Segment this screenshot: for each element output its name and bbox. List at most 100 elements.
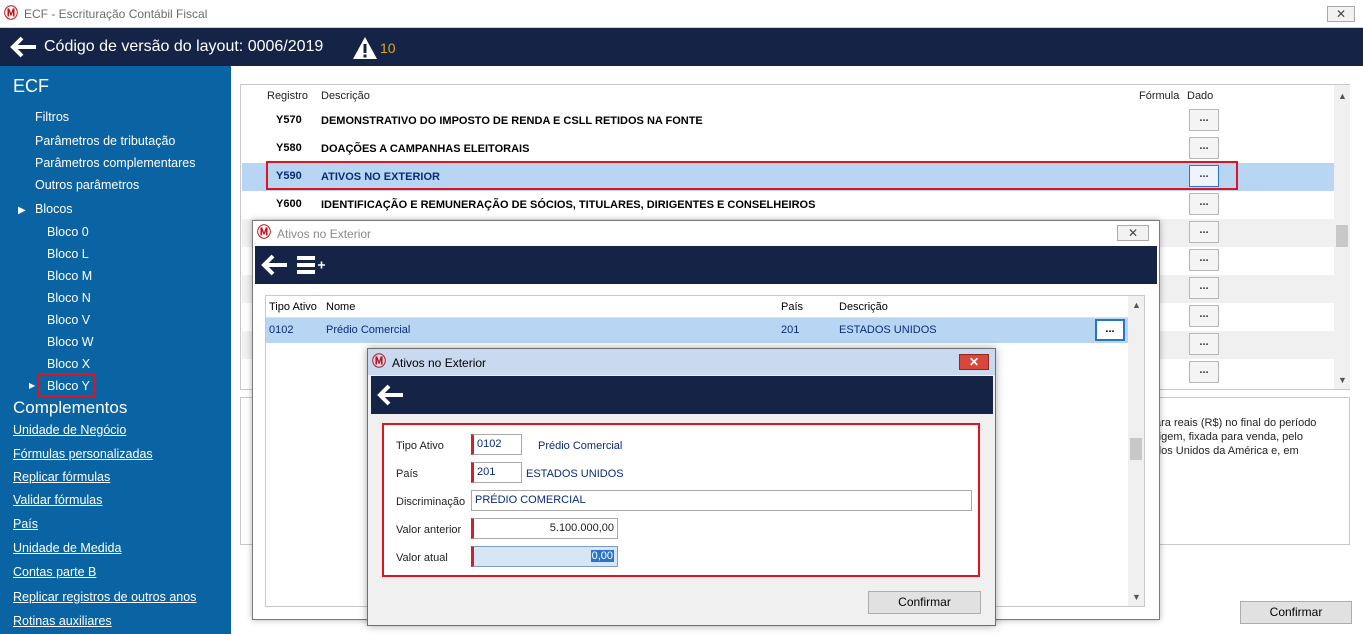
sidebar-item-bloco-v[interactable]: Bloco V	[47, 313, 90, 327]
sidebar-item-bloco-m[interactable]: Bloco M	[47, 269, 92, 283]
row-data-button[interactable]: ...	[1189, 305, 1219, 327]
row-data-button[interactable]: ...	[1189, 333, 1219, 355]
row-desc: DEMONSTRATIVO DO IMPOSTO DE RENDA E CSLL…	[321, 115, 703, 127]
add-record-icon[interactable]	[297, 254, 327, 279]
dialog1-back-arrow-icon[interactable]	[261, 254, 289, 279]
sidebar-link-pais[interactable]: País	[13, 517, 38, 531]
app-logo-icon: Ⓜ	[4, 6, 18, 22]
row-data-button[interactable]: ...	[1189, 109, 1219, 131]
sidebar-link-replicar-registros[interactable]: Replicar registros de outros anos	[13, 590, 196, 604]
col-dado[interactable]: Dado	[1187, 90, 1213, 102]
scroll-up-icon[interactable]: ▲	[1338, 91, 1347, 101]
highlight-box-y590	[266, 161, 1238, 190]
sidebar-item-bloco-0[interactable]: Bloco 0	[47, 225, 89, 239]
row-descricao: ESTADOS UNIDOS	[839, 324, 937, 336]
dialog1-title: Ativos no Exterior	[277, 227, 372, 241]
window-close-button[interactable]: ✕	[1327, 6, 1355, 22]
sidebar-link-unidade-medida[interactable]: Unidade de Medida	[13, 541, 121, 555]
row-data-button[interactable]: ...	[1189, 221, 1219, 243]
col-tipo-ativo[interactable]: Tipo Ativo	[269, 301, 317, 313]
back-arrow-icon[interactable]	[10, 36, 38, 61]
table-row[interactable]: Y580 DOAÇÕES A CAMPANHAS ELEITORAIS ...	[242, 135, 1334, 163]
sidebar-item-bloco-x[interactable]: Bloco X	[47, 357, 90, 371]
window-titlebar: Ⓜ ECF - Escrituração Contábil Fiscal ✕	[0, 0, 1363, 28]
table-row[interactable]: Y570 DEMONSTRATIVO DO IMPOSTO DE RENDA E…	[242, 107, 1334, 135]
col-registro[interactable]: Registro	[267, 90, 308, 102]
layout-version-text: Código de versão do layout: 0006/2019	[44, 38, 324, 55]
sidebar-link-formulas-personalizadas[interactable]: Fórmulas personalizadas	[13, 447, 153, 461]
scroll-thumb[interactable]	[1336, 225, 1348, 247]
row-data-button[interactable]: ...	[1189, 193, 1219, 215]
scroll-up-icon[interactable]: ▲	[1132, 300, 1141, 310]
scroll-thumb[interactable]	[1130, 438, 1142, 460]
dialog2-toolbar	[371, 376, 993, 414]
collapsed-triangle-icon[interactable]: ▶	[29, 381, 35, 390]
sidebar-item-outros-parametros[interactable]: Outros parâmetros	[35, 178, 139, 192]
sidebar-item-bloco-l[interactable]: Bloco L	[47, 247, 89, 261]
dialog2-close-button[interactable]: ✕	[959, 354, 989, 370]
grid-header: Registro Descrição Fórmula Dado	[241, 85, 1333, 107]
row-data-button[interactable]: ...	[1189, 361, 1219, 383]
warning-icon[interactable]	[352, 36, 378, 63]
notes-line-2: rigem, fixada para venda, pelo	[1155, 431, 1303, 443]
sidebar-item-parametros-tributacao[interactable]: Parâmetros de tributação	[35, 134, 175, 148]
row-data-button[interactable]: ...	[1189, 249, 1219, 271]
row-code: Y580	[276, 142, 302, 154]
dialog2-logo-icon: Ⓜ	[372, 354, 386, 370]
notes-line-3: dos Unidos da América e, em	[1155, 445, 1299, 457]
col-formula[interactable]: Fórmula	[1139, 90, 1179, 102]
dialog2-title: Ativos no Exterior	[392, 356, 487, 370]
dialog1-scrollbar[interactable]: ▲ ▼	[1128, 296, 1144, 606]
main-confirm-label: Confirmar	[1269, 605, 1323, 619]
dialog2-titlebar: Ⓜ Ativos no Exterior ✕	[368, 349, 995, 375]
sidebar-link-unidade-negocio[interactable]: Unidade de Negócio	[13, 423, 126, 437]
sidebar-link-validar-formulas[interactable]: Validar fórmulas	[13, 493, 102, 507]
row-tipo: 0102	[269, 324, 294, 336]
sidebar-item-bloco-n[interactable]: Bloco N	[47, 291, 91, 305]
row-data-button[interactable]: ...	[1189, 137, 1219, 159]
app-header: Código de versão do layout: 0006/2019 10	[0, 28, 1363, 66]
row-nome: Prédio Comercial	[326, 324, 411, 336]
col-descricao[interactable]: Descrição	[839, 301, 888, 313]
row-detail-button[interactable]: ...	[1095, 319, 1125, 341]
sidebar-section-complementos: Complementos	[13, 398, 128, 417]
sidebar-title: ECF	[13, 76, 49, 96]
dialog1-grid-header: Tipo Ativo Nome País Descrição	[266, 296, 1128, 318]
col-pais[interactable]: País	[781, 301, 803, 313]
dialog2-confirm-button[interactable]: Confirmar	[868, 591, 981, 614]
dialog2-confirm-label: Confirmar	[898, 595, 951, 609]
sidebar-link-replicar-formulas[interactable]: Replicar fórmulas	[13, 470, 110, 484]
col-descricao[interactable]: Descrição	[321, 90, 370, 102]
notes-line-1: ara reais (R$) no final do período	[1155, 417, 1317, 429]
warning-count: 10	[380, 40, 396, 56]
scroll-down-icon[interactable]: ▼	[1338, 375, 1347, 385]
sidebar-link-contas-parte-b[interactable]: Contas parte B	[13, 565, 96, 579]
highlight-box-form	[382, 423, 980, 577]
table-row[interactable]: Y600 IDENTIFICAÇÃO E REMUNERAÇÃO DE SÓCI…	[242, 191, 1334, 219]
scroll-down-icon[interactable]: ▼	[1132, 592, 1141, 602]
row-desc: IDENTIFICAÇÃO E REMUNERAÇÃO DE SÓCIOS, T…	[321, 199, 816, 211]
highlight-box-bloco-y	[38, 373, 96, 397]
dialog1-close-button[interactable]: ✕	[1117, 225, 1149, 241]
dialog1-toolbar	[255, 246, 1157, 284]
dialog1-logo-icon: Ⓜ	[257, 225, 271, 241]
row-desc: DOAÇÕES A CAMPANHAS ELEITORAIS	[321, 143, 530, 155]
sidebar-link-rotinas-auxiliares[interactable]: Rotinas auxiliares	[13, 614, 112, 628]
sidebar-item-blocos[interactable]: Blocos	[35, 202, 73, 216]
row-data-button[interactable]: ...	[1189, 277, 1219, 299]
grid-scrollbar[interactable]: ▲ ▼	[1334, 85, 1350, 389]
col-nome[interactable]: Nome	[326, 301, 355, 313]
sidebar-item-parametros-complementares[interactable]: Parâmetros complementares	[35, 156, 195, 170]
sidebar-item-filtros[interactable]: Filtros	[35, 110, 69, 124]
main-confirm-button[interactable]: Confirmar	[1240, 601, 1352, 624]
sidebar: ECF Filtros Parâmetros de tributação Par…	[0, 66, 231, 634]
window-title: ECF - Escrituração Contábil Fiscal	[24, 7, 208, 21]
dialog2-back-arrow-icon[interactable]	[377, 384, 405, 409]
table-row-selected[interactable]: 0102 Prédio Comercial 201 ESTADOS UNIDOS…	[266, 318, 1128, 343]
expanded-triangle-icon[interactable]: ▶	[18, 205, 26, 216]
sidebar-item-bloco-w[interactable]: Bloco W	[47, 335, 94, 349]
dialog1-titlebar: Ⓜ Ativos no Exterior ✕	[253, 221, 1159, 245]
row-pais: 201	[781, 324, 800, 336]
row-code: Y570	[276, 114, 302, 126]
row-code: Y600	[276, 198, 302, 210]
